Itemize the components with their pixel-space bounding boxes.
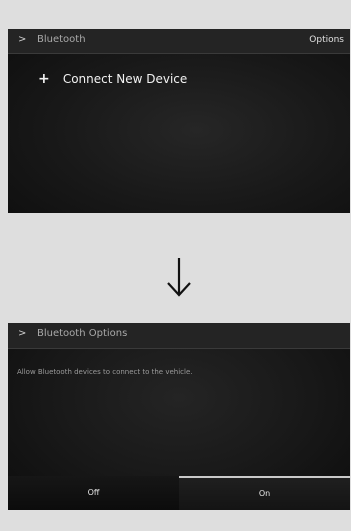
bluetooth-options-header: > Bluetooth Options [8,323,350,349]
on-button[interactable]: On [179,476,350,510]
plus-icon: + [38,71,50,87]
connect-new-device-label: Connect New Device [62,72,188,86]
bluetooth-header: > Bluetooth Options [8,29,350,54]
off-button[interactable]: Off [8,476,179,510]
screen-title: Bluetooth [37,34,86,45]
chevron-right-icon[interactable]: > [18,34,26,46]
bluetooth-screen: > Bluetooth Options + Connect New Device [8,29,350,213]
bluetooth-toggle: Off On [8,476,350,510]
bluetooth-description: Allow Bluetooth devices to connect to th… [17,368,193,376]
options-button[interactable]: Options [309,34,344,46]
connect-new-device-item[interactable]: + Connect New Device [38,68,188,87]
manual-illustration: > Bluetooth Options + Connect New Device… [0,0,351,531]
chevron-right-icon[interactable]: > [18,328,26,340]
down-arrow-icon [167,258,191,297]
bluetooth-options-screen: > Bluetooth Options Allow Bluetooth devi… [8,323,350,510]
screen-title: Bluetooth Options [37,328,128,339]
